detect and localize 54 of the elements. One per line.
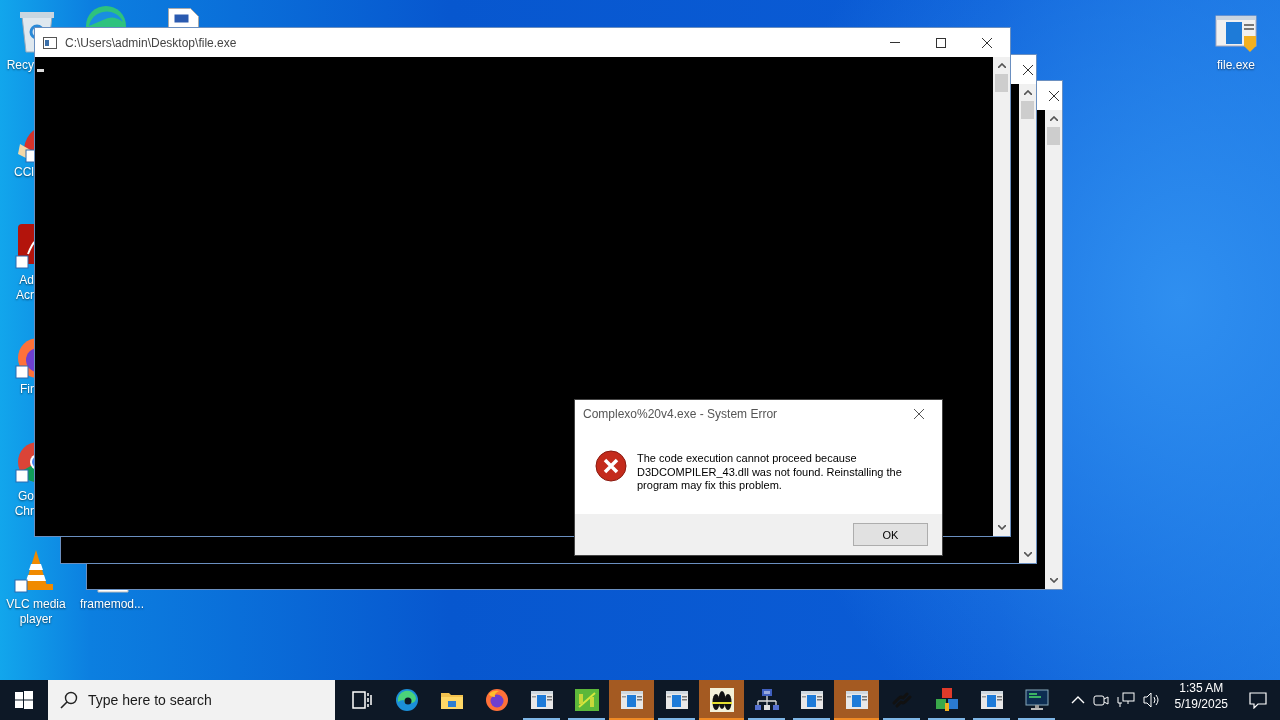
window-title: C:\Users\admin\Desktop\file.exe [65, 35, 238, 50]
network-app-icon [753, 688, 780, 712]
camera-icon[interactable] [1092, 692, 1109, 708]
taskbar-button[interactable] [699, 680, 744, 720]
app-window-icon [530, 691, 553, 709]
search-icon [60, 691, 78, 709]
app-window-icon [980, 691, 1003, 709]
scrollbar[interactable] [993, 57, 1010, 536]
error-message: The code execution cannot proceed because D3DCOMPILER_43.dll was not found. Reinstalling the program may fix this problem. [637, 452, 903, 493]
maximize-icon [936, 37, 946, 48]
edge-icon [394, 688, 419, 712]
monitor-icon [1024, 688, 1049, 712]
text-cursor [37, 69, 44, 72]
clock-time: 1:35 AM [1179, 680, 1224, 696]
scrollbar-thumb[interactable] [1021, 101, 1034, 119]
folder-icon [439, 690, 464, 710]
scrollbar-thumb[interactable] [995, 74, 1008, 92]
app-window-icon [800, 691, 823, 709]
error-icon [595, 450, 627, 482]
console-app-icon [43, 36, 57, 49]
icon-label[interactable]: Go Chr [0, 489, 34, 519]
minimize-icon [890, 42, 900, 43]
network-icon[interactable] [1116, 692, 1135, 708]
figures-icon [709, 688, 734, 712]
app-window-icon [845, 691, 868, 709]
cubes-icon [933, 687, 960, 713]
windows-logo-icon [15, 691, 33, 709]
volume-icon[interactable] [1142, 692, 1161, 708]
icon-label[interactable]: framemod... [74, 597, 150, 612]
task-view-icon [351, 691, 372, 709]
app-window-icon [620, 691, 643, 709]
dialog-title: Complexo%20v4.exe - System Error [583, 407, 779, 421]
close-icon [1023, 64, 1033, 75]
scrollbar[interactable] [1045, 110, 1062, 589]
search-field[interactable]: Type here to search [48, 680, 335, 720]
icon-label[interactable]: file.exe [1196, 58, 1276, 73]
ok-button[interactable]: OK [853, 523, 928, 546]
firefox-icon [484, 688, 509, 712]
app-window-icon [665, 691, 688, 709]
icon-label[interactable]: Recy [0, 58, 34, 73]
speech-bubble-icon [1249, 691, 1267, 709]
clock[interactable]: 1:35 AM 5/19/2025 [1166, 680, 1236, 720]
chevron-up-icon[interactable] [1070, 696, 1085, 704]
icon-label[interactable]: Fir [0, 382, 34, 397]
close-icon [982, 37, 992, 48]
app-tile-icon [574, 689, 599, 711]
clock-date: 5/19/2025 [1174, 696, 1228, 712]
close-icon [914, 409, 924, 419]
icon-label[interactable]: Ad Acr [0, 273, 34, 303]
scrollbar[interactable] [1019, 84, 1036, 563]
icon-label[interactable]: VLC media player [0, 597, 72, 627]
close-icon [1049, 90, 1059, 101]
icon-label[interactable]: CCl [0, 165, 34, 180]
scrollbar-thumb[interactable] [1047, 127, 1060, 145]
